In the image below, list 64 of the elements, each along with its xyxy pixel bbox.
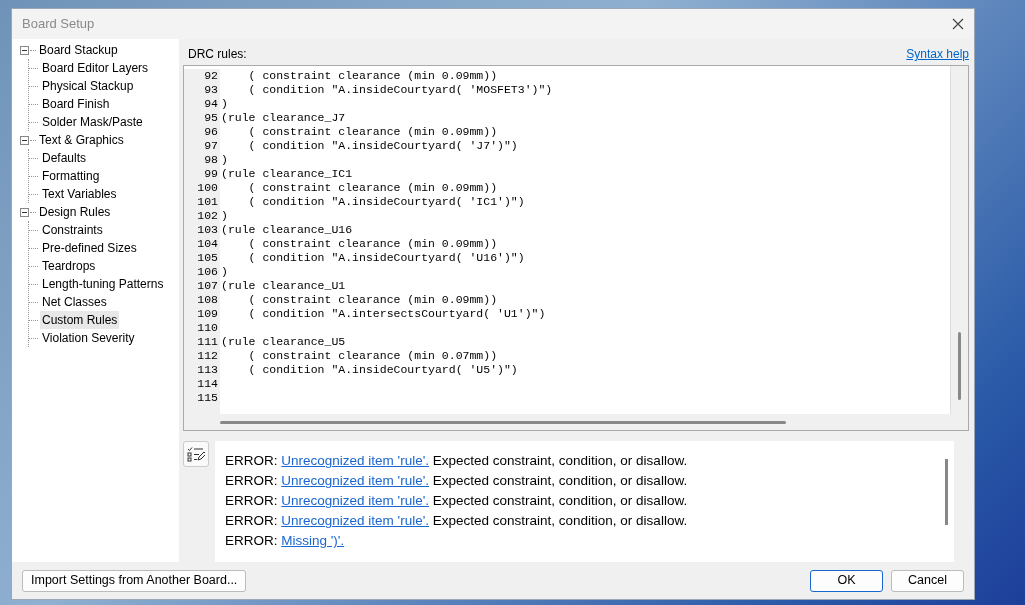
scrollbar-thumb[interactable]	[220, 420, 786, 424]
tree-item[interactable]: Net Classes	[40, 293, 109, 311]
code-line: ( condition "A.insideCourtyard( 'MOSFET3')")	[247, 82, 553, 97]
tree-item[interactable]: Physical Stackup	[40, 77, 136, 95]
tree-item[interactable]: Design Rules	[37, 203, 113, 221]
code-line: (rule clearance_U1	[220, 278, 346, 293]
tree-item[interactable]: Board Finish	[40, 95, 112, 113]
ok-button[interactable]: OK	[810, 569, 883, 592]
error-link[interactable]: Unrecognized item 'rule'.	[281, 513, 429, 529]
collapse-icon[interactable]	[20, 45, 29, 55]
code-line: (rule clearance_U16	[220, 222, 353, 237]
import-settings-button[interactable]: Import Settings from Another Board...	[22, 569, 247, 592]
syntax-help-link[interactable]: Syntax help	[906, 44, 969, 63]
collapse-icon[interactable]	[20, 207, 29, 217]
tree-item[interactable]: Board Stackup	[37, 41, 120, 59]
error-link[interactable]: Unrecognized item 'rule'.	[281, 453, 429, 469]
code-line: ( constraint clearance (min 0.09mm))	[247, 292, 498, 307]
tree-item[interactable]: Constraints	[40, 221, 105, 239]
code-line: )	[220, 264, 228, 279]
code-line: ( condition "A.intersectsCourtyard( 'U1')")	[247, 306, 546, 321]
code-line: ( condition "A.insideCourtyard( 'U5')")	[247, 362, 518, 377]
code-line: ( condition "A.insideCourtyard( 'J7')")	[247, 138, 518, 153]
error-link[interactable]: Unrecognized item 'rule'.	[281, 473, 429, 489]
tree-item[interactable]: Pre-defined Sizes	[40, 239, 139, 257]
tree-item[interactable]: Formatting	[40, 167, 102, 185]
code-line: (rule clearance_IC1	[220, 166, 353, 181]
tree-item[interactable]: Solder Mask/Paste	[40, 113, 145, 131]
code-line: ( constraint clearance (min 0.09mm))	[247, 68, 498, 83]
checklist-edit-icon[interactable]	[183, 441, 209, 468]
tree-item[interactable]: Text Variables	[40, 185, 119, 203]
tree-item[interactable]: Board Editor Layers	[40, 59, 151, 77]
error-message: ERROR: Unrecognized item 'rule'. Expected constraint, condition, or disallow.	[225, 492, 689, 511]
line-number: 92	[184, 68, 220, 83]
tree-item[interactable]: Violation Severity	[40, 329, 137, 347]
scrollbar-thumb[interactable]	[958, 331, 961, 400]
code-line: ( constraint clearance (min 0.09mm))	[247, 124, 498, 139]
error-message: ERROR: Unrecognized item 'rule'. Expected constraint, condition, or disallow.	[225, 472, 689, 491]
close-icon[interactable]	[952, 18, 964, 30]
error-message: ERROR: Unrecognized item 'rule'. Expected constraint, condition, or disallow.	[225, 512, 689, 531]
error-message: ERROR: Unrecognized item 'rule'. Expected constraint, condition, or disallow.	[225, 452, 689, 471]
error-link[interactable]: Unrecognized item 'rule'.	[281, 493, 429, 509]
code-line: ( constraint clearance (min 0.07mm))	[247, 348, 498, 363]
tree-item[interactable]: Text & Graphics	[37, 131, 126, 149]
tree-item[interactable]: Teardrops	[40, 257, 98, 275]
code-line: ( condition "A.insideCourtyard( 'U16')")	[247, 250, 525, 265]
code-editor[interactable]	[183, 64, 969, 432]
tree-item[interactable]: Defaults	[40, 149, 89, 167]
code-line: )	[220, 152, 228, 167]
window-title: Board Setup	[22, 15, 95, 34]
tree-item[interactable]: Length-tuning Patterns	[40, 275, 166, 293]
cancel-button[interactable]: Cancel	[891, 569, 964, 592]
tree-item[interactable]: Custom Rules	[40, 311, 120, 329]
code-line: (rule clearance_U5	[220, 334, 346, 349]
error-message: ERROR: Missing ')'.	[225, 532, 346, 551]
code-line: ( constraint clearance (min 0.09mm))	[247, 236, 498, 251]
code-line: (rule clearance_J7	[220, 110, 346, 125]
code-line: )	[220, 96, 228, 111]
collapse-icon[interactable]	[20, 135, 29, 145]
code-line: ( condition "A.insideCourtyard( 'IC1')")	[247, 194, 525, 209]
code-line: )	[220, 208, 228, 223]
scrollbar-thumb[interactable]	[945, 459, 948, 526]
code-line: ( constraint clearance (min 0.09mm))	[247, 180, 498, 195]
editor-label: DRC rules:	[188, 45, 247, 63]
error-link[interactable]: Missing ')'.	[281, 533, 345, 549]
